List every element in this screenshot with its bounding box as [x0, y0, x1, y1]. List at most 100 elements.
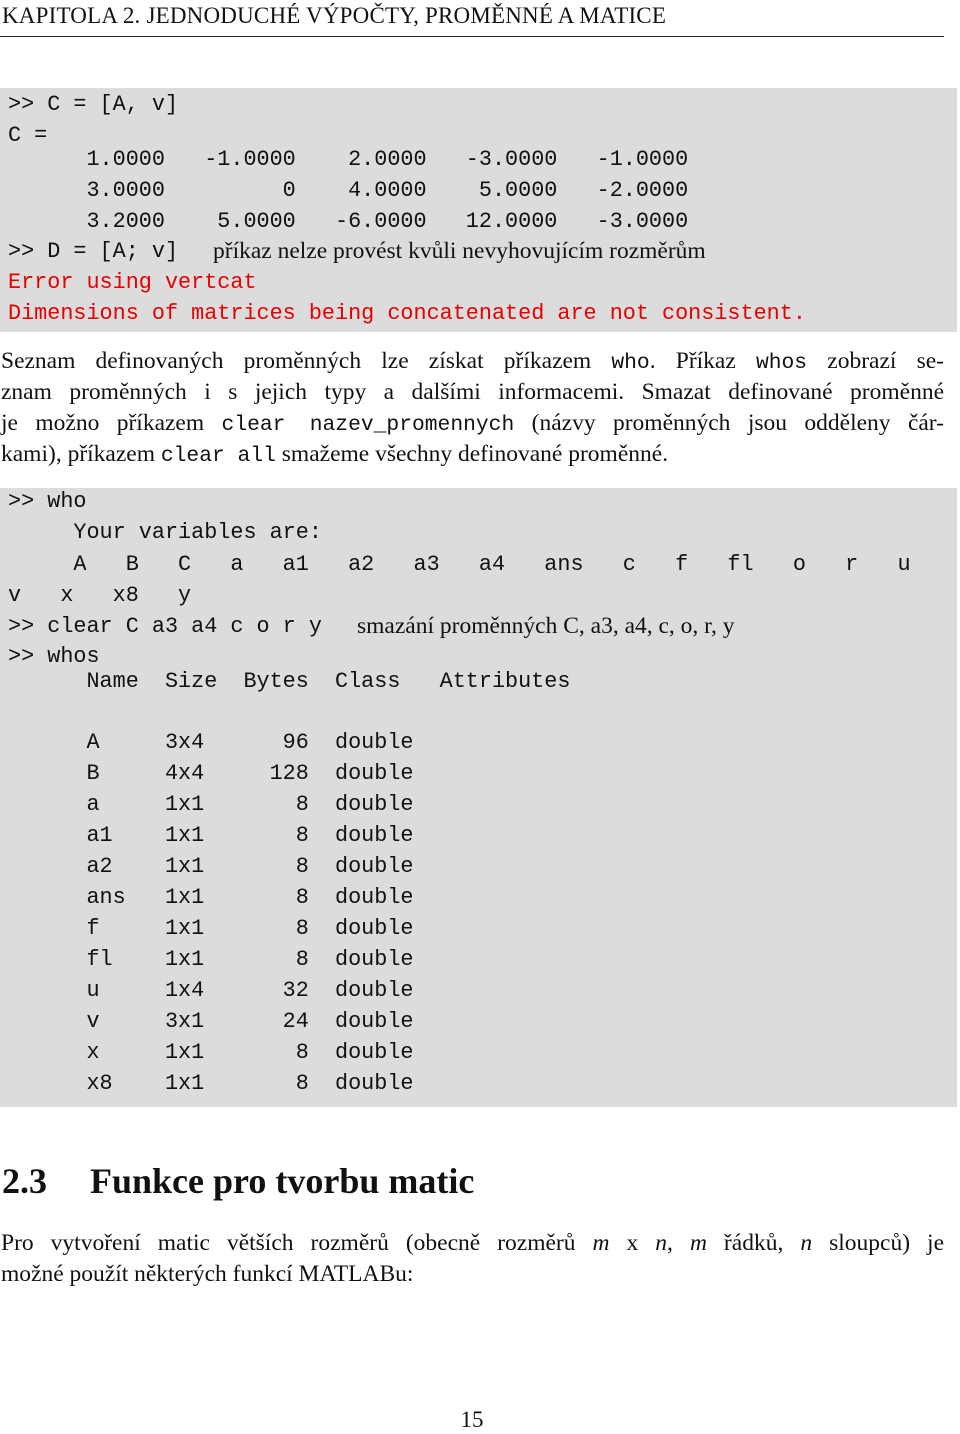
- table-cell-bytes: 8: [295, 1040, 309, 1065]
- table-cell-size: 1x1: [164, 1071, 205, 1096]
- table-cell-class: double: [335, 761, 414, 786]
- table-cell-class: double: [335, 730, 414, 755]
- table-cell-class: double: [335, 823, 414, 848]
- text: zobrazí se-: [807, 348, 944, 374]
- table-cell-bytes: 8: [295, 823, 309, 848]
- table-cell-size: 1x1: [164, 916, 205, 941]
- text: Seznam definovaných proměnných lze získa…: [1, 348, 612, 374]
- code-line: >> clear C a3 a4 c o r y: [8, 614, 322, 639]
- table-cell-class: double: [335, 792, 414, 817]
- table-header-cell: Attributes: [439, 669, 571, 694]
- error-line: Error using vertcat: [8, 270, 257, 295]
- table-cell-bytes: 24: [282, 1009, 309, 1034]
- inline-code: who: [611, 351, 650, 375]
- table-cell-bytes: 8: [295, 916, 309, 941]
- table-cell-name: u: [86, 978, 100, 1003]
- code-line: 3.0000 0 4.0000 5.0000 -2.0000: [8, 178, 689, 203]
- section-number: 2.3: [2, 1161, 47, 1201]
- table-cell-name: fl: [86, 947, 113, 972]
- table-cell-size: 3x4: [164, 730, 205, 755]
- section-title: Funkce pro tvorbu matic: [90, 1161, 475, 1201]
- inline-code: clear nazev_promennych: [221, 413, 515, 437]
- table-cell-bytes: 32: [282, 978, 309, 1003]
- code-line: C =: [8, 123, 48, 148]
- table-cell-bytes: 8: [295, 792, 309, 817]
- text: x: [609, 1230, 656, 1256]
- code-comment: příkaz nelze provést kvůli nevyhovujícím…: [213, 238, 706, 264]
- table-cell-name: B: [86, 761, 100, 786]
- table-cell-class: double: [335, 916, 414, 941]
- running-header: KAPITOLA 2. JEDNODUCHÉ VÝPOČTY, PROMĚNNÉ…: [2, 3, 667, 28]
- code-comment: smazání proměnných C, a3, a4, c, o, r, y: [357, 613, 735, 639]
- table-cell-size: 1x1: [164, 792, 205, 817]
- table-cell-class: double: [335, 978, 414, 1003]
- table-cell-size: 4x4: [164, 761, 205, 786]
- table-header-cell: Name: [86, 669, 139, 694]
- table-cell-bytes: 8: [295, 947, 309, 972]
- table-header-cell: Size: [164, 669, 218, 694]
- code-block-concat: >> C = [A, v] C = 1.0000 -1.0000 2.0000 …: [0, 88, 957, 332]
- page-number: 15: [460, 1407, 484, 1432]
- code-line: A B C a a1 a2 a3 a4 ans c f fl o r u: [8, 552, 911, 577]
- table-cell-bytes: 128: [269, 761, 309, 786]
- text: ,: [667, 1230, 690, 1256]
- paragraph-functions: Pro vytvoření matic větších rozměrů (obe…: [1, 1228, 944, 1290]
- code-line: Your variables are:: [8, 520, 322, 545]
- code-line: 3.2000 5.0000 -6.0000 12.0000 -3.0000: [8, 209, 689, 234]
- inline-code: clear all: [160, 444, 276, 468]
- table-cell-class: double: [335, 885, 414, 910]
- table-cell-bytes: 96: [282, 730, 309, 755]
- table-cell-class: double: [335, 1040, 414, 1065]
- math: m: [592, 1230, 610, 1256]
- table-cell-class: double: [335, 947, 414, 972]
- table-cell-size: 1x1: [164, 854, 205, 879]
- table-cell-size: 1x1: [164, 947, 205, 972]
- table-cell-name: a2: [86, 854, 113, 879]
- table-cell-bytes: 8: [295, 1071, 309, 1096]
- text: (názvy proměnných jsou odděleny čár-: [514, 410, 944, 436]
- text: je možno příkazem: [1, 410, 222, 436]
- table-header-cell: Bytes: [243, 669, 309, 694]
- table-cell-size: 1x4: [164, 978, 205, 1003]
- code-line: >> whos: [8, 644, 100, 669]
- table-cell-size: 1x1: [164, 823, 205, 848]
- text: řádků,: [706, 1230, 801, 1256]
- header-rule: [0, 36, 944, 37]
- code-line: >> D = [A; v]: [8, 239, 179, 264]
- table-cell-size: 1x1: [164, 1040, 205, 1065]
- table-cell-name: x: [86, 1040, 100, 1065]
- table-header-cell: Class: [335, 669, 401, 694]
- error-line: Dimensions of matrices being concatenate…: [8, 301, 806, 326]
- code-line: >> who: [8, 489, 87, 514]
- code-line: >> C = [A, v]: [8, 92, 179, 117]
- text: . Příkaz: [649, 348, 756, 374]
- table-cell-name: v: [86, 1009, 100, 1034]
- text-line: možné použít některých funkcí MATLABu:: [1, 1261, 414, 1287]
- paragraph-variables: Seznam definovaných proměnných lze získa…: [1, 346, 944, 470]
- table-cell-bytes: 8: [295, 885, 309, 910]
- table-cell-class: double: [335, 1071, 414, 1096]
- table-cell-name: ans: [86, 885, 126, 910]
- math: m: [689, 1230, 707, 1256]
- table-cell-size: 1x1: [164, 885, 205, 910]
- table-cell-name: a: [86, 792, 100, 817]
- table-cell-size: 3x1: [164, 1009, 205, 1034]
- code-line: v x x8 y: [8, 583, 192, 608]
- text: smažeme všechny definované proměnné.: [275, 441, 669, 467]
- text: Pro vytvoření matic větších rozměrů (obe…: [1, 1230, 593, 1256]
- math: n: [800, 1230, 813, 1256]
- text: kami), příkazem: [1, 441, 161, 467]
- table-cell-name: x8: [86, 1071, 113, 1096]
- table-cell-class: double: [335, 854, 414, 879]
- code-line: 1.0000 -1.0000 2.0000 -3.0000 -1.0000: [8, 147, 689, 172]
- text: sloupců) je: [812, 1230, 945, 1256]
- text-line: znam proměnných i s jejich typy a dalším…: [1, 379, 944, 405]
- table-cell-class: double: [335, 1009, 414, 1034]
- table-cell-name: a1: [86, 823, 113, 848]
- code-block-who: >> who Your variables are: A B C a a1 a2…: [0, 488, 957, 1107]
- math: n: [655, 1230, 668, 1256]
- inline-code: whos: [755, 351, 808, 375]
- table-cell-name: A: [86, 730, 100, 755]
- table-cell-bytes: 8: [295, 854, 309, 879]
- section-heading: 2.3 Funkce pro tvorbu matic: [2, 1160, 474, 1202]
